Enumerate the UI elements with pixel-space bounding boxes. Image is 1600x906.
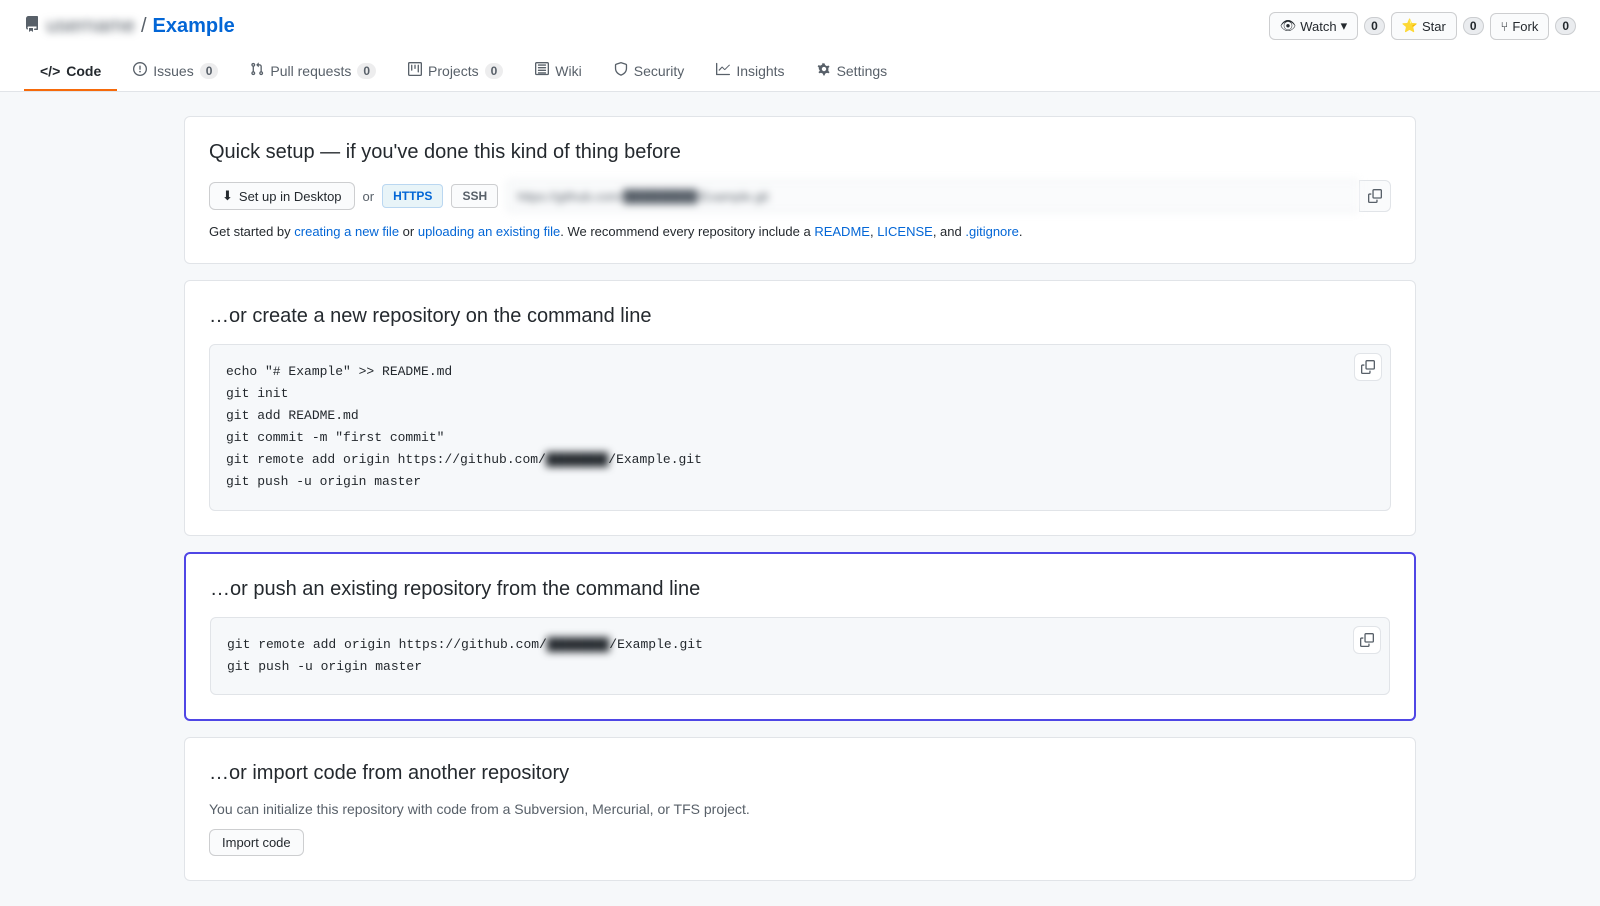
- tab-code[interactable]: </> Code: [24, 52, 117, 91]
- tab-issues-label: Issues: [153, 63, 193, 79]
- url-row: [506, 180, 1391, 212]
- fork-count: 0: [1555, 17, 1576, 35]
- import-code-description: You can initialize this repository with …: [209, 801, 1391, 817]
- new-repo-card: …or create a new repository on the comma…: [184, 280, 1416, 536]
- tab-insights-label: Insights: [736, 63, 784, 79]
- new-repo-title: …or create a new repository on the comma…: [209, 305, 1391, 328]
- tab-nav: </> Code Issues 0 Pull requests 0: [24, 52, 1576, 91]
- tab-wiki[interactable]: Wiki: [519, 52, 597, 91]
- tab-projects[interactable]: Projects 0: [392, 52, 519, 91]
- setup-description: Get started by creating a new file or up…: [209, 224, 1391, 239]
- pr-count: 0: [357, 63, 376, 79]
- action-buttons: 👁 Watch ▾ 0 ⭐ Star 0 ⑂ Fork 0: [1269, 12, 1576, 40]
- issues-icon: [133, 62, 147, 79]
- repo-name-link[interactable]: Example: [153, 15, 235, 38]
- setup-row: ⬇ Set up in Desktop or HTTPS SSH: [209, 180, 1391, 212]
- repo-url-input[interactable]: [506, 180, 1359, 212]
- or-text: or: [363, 189, 375, 204]
- tab-pull-requests[interactable]: Pull requests 0: [234, 52, 392, 91]
- wiki-icon: [535, 62, 549, 79]
- tab-code-label: Code: [66, 63, 101, 79]
- star-button[interactable]: ⭐ Star: [1391, 12, 1457, 40]
- ssh-button[interactable]: SSH: [451, 184, 498, 208]
- new-repo-code: echo "# Example" >> README.md git init g…: [226, 361, 1374, 494]
- fork-icon: ⑂: [1501, 19, 1509, 34]
- tab-issues[interactable]: Issues 0: [117, 52, 234, 91]
- watch-label: Watch: [1300, 19, 1336, 34]
- tab-settings[interactable]: Settings: [801, 52, 904, 91]
- push-existing-card: …or push an existing repository from the…: [184, 552, 1416, 721]
- desktop-icon: ⬇: [222, 188, 233, 204]
- owner-name: username: [46, 15, 135, 38]
- star-label: Star: [1422, 19, 1446, 34]
- security-icon: [614, 62, 628, 79]
- watch-button[interactable]: 👁 Watch ▾: [1269, 12, 1358, 40]
- setup-desktop-button[interactable]: ⬇ Set up in Desktop: [209, 182, 355, 210]
- tab-projects-label: Projects: [428, 63, 479, 79]
- tab-wiki-label: Wiki: [555, 63, 581, 79]
- star-icon: ⭐: [1402, 18, 1418, 34]
- page-header: username / Example 👁 Watch ▾ 0 ⭐ Star 0 …: [0, 0, 1600, 92]
- eye-icon: 👁: [1280, 18, 1297, 34]
- projects-icon: [408, 62, 422, 79]
- upload-file-link[interactable]: uploading an existing file: [418, 224, 560, 239]
- insights-icon: [716, 62, 730, 79]
- header-top: username / Example 👁 Watch ▾ 0 ⭐ Star 0 …: [24, 12, 1576, 40]
- tab-settings-label: Settings: [837, 63, 888, 79]
- copy-url-button[interactable]: [1359, 180, 1391, 212]
- tab-security-label: Security: [634, 63, 685, 79]
- watch-count: 0: [1364, 17, 1385, 35]
- import-code-title: …or import code from another repository: [209, 762, 1391, 785]
- push-existing-code-block: git remote add origin https://github.com…: [210, 617, 1390, 695]
- tab-pr-label: Pull requests: [270, 63, 351, 79]
- copy-push-existing-button[interactable]: [1353, 626, 1381, 654]
- gitignore-link[interactable]: .gitignore: [965, 224, 1018, 239]
- new-file-link[interactable]: creating a new file: [294, 224, 399, 239]
- readme-link[interactable]: README: [814, 224, 870, 239]
- watch-dropdown-icon: ▾: [1341, 18, 1348, 34]
- https-button[interactable]: HTTPS: [382, 184, 443, 208]
- new-repo-code-block: echo "# Example" >> README.md git init g…: [209, 344, 1391, 511]
- main-content: Quick setup — if you've done this kind o…: [160, 92, 1440, 905]
- import-code-card: …or import code from another repository …: [184, 737, 1416, 881]
- fork-label: Fork: [1512, 19, 1538, 34]
- setup-desktop-label: Set up in Desktop: [239, 189, 342, 204]
- pr-icon: [250, 62, 264, 79]
- quick-setup-card: Quick setup — if you've done this kind o…: [184, 116, 1416, 264]
- issues-count: 0: [200, 63, 219, 79]
- settings-icon: [817, 62, 831, 79]
- tab-security[interactable]: Security: [598, 52, 701, 91]
- repo-icon: [24, 16, 40, 37]
- star-count: 0: [1463, 17, 1484, 35]
- repo-title: username / Example: [24, 15, 235, 38]
- separator: /: [141, 15, 147, 38]
- fork-button[interactable]: ⑂ Fork: [1490, 13, 1550, 40]
- import-code-button[interactable]: Import code: [209, 829, 304, 856]
- license-link[interactable]: LICENSE: [877, 224, 933, 239]
- push-existing-code: git remote add origin https://github.com…: [227, 634, 1373, 678]
- quick-setup-title: Quick setup — if you've done this kind o…: [209, 141, 1391, 164]
- tab-insights[interactable]: Insights: [700, 52, 800, 91]
- copy-new-repo-button[interactable]: [1354, 353, 1382, 381]
- projects-count: 0: [485, 63, 504, 79]
- code-icon: </>: [40, 63, 60, 79]
- push-existing-title: …or push an existing repository from the…: [210, 578, 1390, 601]
